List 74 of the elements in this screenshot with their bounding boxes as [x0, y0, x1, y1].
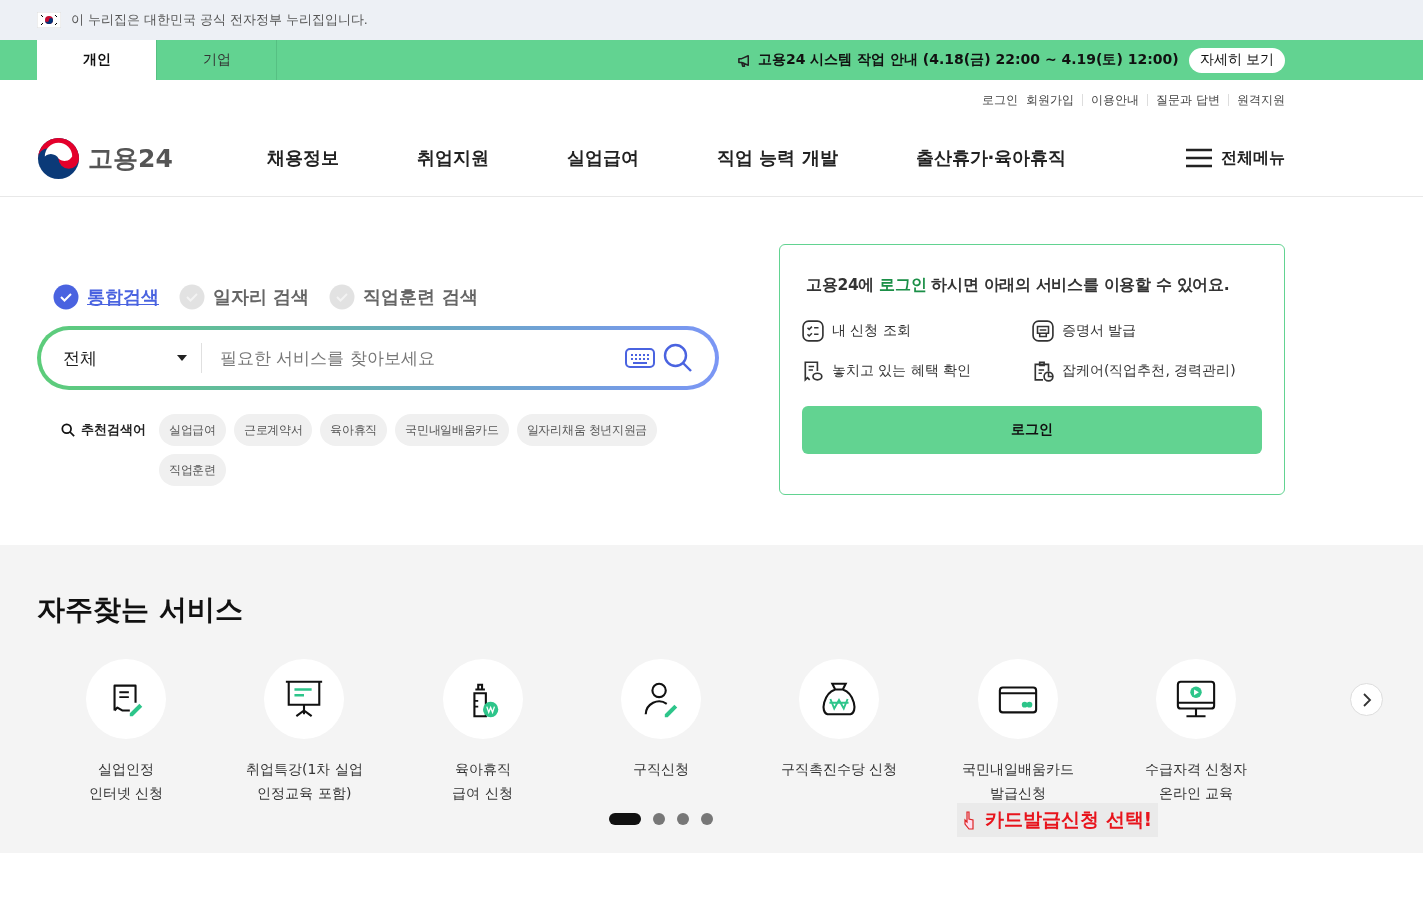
service-label: 육아휴직 급여 신청: [452, 760, 513, 803]
login-button[interactable]: 로그인: [802, 406, 1262, 454]
service-label: 실업인정 인터넷 신청: [88, 760, 164, 803]
flag-icon: [37, 12, 61, 28]
service-label: 취업특강(1차 실업 인정교육 포함): [246, 760, 363, 803]
category-select[interactable]: 전체: [63, 343, 202, 373]
chevron-right-icon: [1360, 691, 1373, 708]
search-icon: [61, 423, 75, 437]
main-nav-link[interactable]: 실업급여: [567, 146, 639, 170]
service-item[interactable]: 취업특강(1차 실업 인정교육 포함): [215, 659, 394, 805]
keyword-chip[interactable]: 실업급여: [159, 414, 226, 446]
user-type-tab[interactable]: 기업: [157, 40, 277, 80]
logo-emblem-icon: [37, 136, 80, 180]
search-tab[interactable]: 일자리 검색: [179, 284, 310, 310]
service-link[interactable]: 놓치고 있는 혜택 확인: [832, 362, 972, 380]
monitor-play-icon: [1174, 678, 1217, 720]
receipt-coin-icon: [802, 360, 824, 382]
page-dot[interactable]: [677, 813, 689, 825]
gov-banner-text: 이 누리집은 대한민국 공식 전자정부 누리집입니다.: [71, 11, 368, 29]
main-nav-link[interactable]: 출산휴가·육아휴직: [915, 146, 1067, 170]
keyword-chip[interactable]: 근로계약서: [233, 414, 313, 446]
service-link[interactable]: 증명서 발급: [1062, 322, 1137, 340]
utility-link[interactable]: 이용안내: [1091, 91, 1140, 109]
check-circle-icon: [53, 284, 79, 310]
service-item[interactable]: 육아휴직 급여 신청: [393, 659, 572, 805]
page-dot[interactable]: [701, 813, 713, 825]
service-item[interactable]: 수급자격 신청자 온라인 교육: [1106, 659, 1285, 805]
service-item[interactable]: 구직촉진수당 신청: [750, 659, 929, 805]
keyboard-icon[interactable]: [625, 348, 655, 368]
login-link[interactable]: 로그인: [879, 276, 927, 294]
search-tab[interactable]: 직업훈련 검색: [329, 284, 478, 310]
main-nav-link[interactable]: 취업지원: [417, 146, 489, 170]
keyword-chip[interactable]: 육아휴직: [320, 414, 388, 446]
check-circle-icon: [329, 284, 356, 310]
menu-icon: [1185, 148, 1213, 168]
keyword-chip[interactable]: 국민내일배움카드: [395, 414, 509, 446]
service-item[interactable]: 구직신청: [571, 659, 751, 805]
utility-link[interactable]: 로그인: [982, 91, 1019, 109]
all-menu-button[interactable]: 전체메뉴: [1185, 147, 1285, 169]
callout-text: 카드발급신청 선택!: [985, 807, 1153, 832]
search-bar[interactable]: 전체 필요한 서비스를 찾아보세요: [37, 326, 719, 390]
notice-text: 고용24 시스템 작업 안내 (4.18(금) 22:00 ~ 4.19(토) 12:00): [757, 51, 1179, 69]
pointing-hand-icon: [963, 810, 975, 830]
utility-link[interactable]: 회원가입: [1026, 91, 1075, 109]
service-link[interactable]: 내 신청 조회: [832, 322, 911, 340]
search-tab[interactable]: 통합검색: [53, 284, 159, 310]
document-icon: [1032, 320, 1054, 342]
keyword-chip[interactable]: 일자리채움 청년지원금: [516, 414, 658, 446]
service-item[interactable]: 국민내일배움카드 발급신청: [928, 659, 1107, 805]
service-label: 수급자격 신청자 온라인 교육: [1144, 760, 1248, 803]
service-label: 구직신청: [633, 760, 689, 779]
megaphone-icon: [736, 52, 752, 68]
section-title: 자주찾는 서비스: [37, 592, 244, 628]
checklist-icon: [802, 320, 824, 342]
recommended-label: 추천검색어: [81, 421, 146, 439]
service-link[interactable]: 잡케어(직업추천, 경력관리): [1062, 362, 1236, 380]
check-circle-icon: [179, 284, 205, 310]
user-type-tab[interactable]: 개인: [37, 40, 157, 80]
details-button[interactable]: 자세히 보기: [1188, 47, 1285, 73]
service-item[interactable]: 실업인정 인터넷 신청: [37, 659, 216, 805]
next-button[interactable]: [1350, 683, 1383, 716]
search-icon[interactable]: [663, 343, 693, 373]
service-label: 국민내일배움카드 발급신청: [961, 760, 1074, 803]
dropdown-caret-icon: [177, 355, 187, 361]
service-label: 구직촉진수당 신청: [781, 760, 898, 779]
login-prompt: 고용24에 로그인 하시면 아래의 서비스를 이용할 수 있어요.: [806, 275, 1231, 296]
clipboard-chart-icon: [1032, 360, 1054, 382]
logo-text: 고용24: [88, 142, 173, 175]
page-dot[interactable]: [653, 813, 665, 825]
keyword-chip[interactable]: 직업훈련: [159, 454, 226, 486]
utility-link[interactable]: 질문과 답변: [1156, 91, 1220, 109]
utility-link[interactable]: 원격지원: [1237, 91, 1285, 109]
main-nav-link[interactable]: 직업 능력 개발: [717, 146, 838, 170]
main-nav-link[interactable]: 채용정보: [267, 146, 339, 170]
